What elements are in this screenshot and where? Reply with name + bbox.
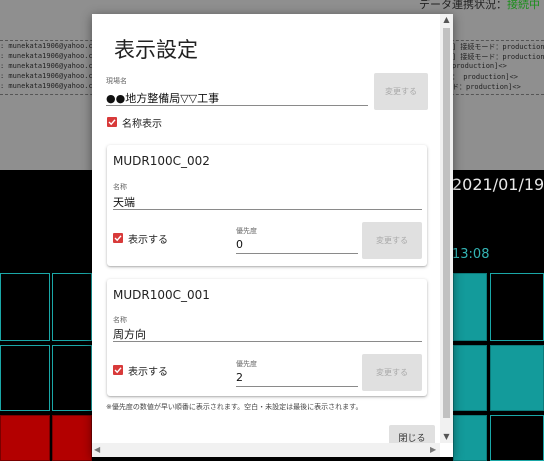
- sensor-change-button[interactable]: 変更する: [362, 222, 422, 259]
- sensor-name-input[interactable]: 周方向: [113, 326, 146, 342]
- sensor-name-label: 名称: [113, 316, 127, 324]
- sensor-name-underline: [113, 341, 422, 342]
- scroll-up-icon[interactable]: ▲: [440, 14, 453, 26]
- show-name-label: 名称表示: [122, 119, 162, 130]
- priority-input[interactable]: 0: [236, 238, 243, 251]
- priority-underline: [236, 386, 358, 387]
- check-icon: [114, 367, 122, 374]
- sensor-show-checkbox[interactable]: [113, 365, 123, 375]
- scroll-down-icon[interactable]: ▼: [440, 431, 453, 443]
- sensor-change-button[interactable]: 変更する: [362, 354, 422, 391]
- check-icon: [108, 119, 116, 126]
- dialog-title: 表示設定: [114, 38, 198, 62]
- grid-cell-active[interactable]: [453, 273, 487, 341]
- priority-label: 優先度: [236, 227, 257, 235]
- grid-cell-alert[interactable]: [52, 415, 92, 461]
- log-line: ] 接続モード：production: [452, 43, 544, 51]
- sensor-card-title: MUDR100C_001: [113, 288, 210, 302]
- log-line: ド：production]<>: [452, 83, 521, 91]
- log-line: : munekata1906@yahoo.co.j: [0, 52, 106, 60]
- connection-status: データ連携状況：接続中: [419, 0, 540, 12]
- log-line: ： production]<>: [452, 73, 519, 81]
- priority-input[interactable]: 2: [236, 371, 243, 384]
- sensor-card: MUDR100C_001 名称 周方向 表示する 優先度 2 変更する: [107, 279, 427, 396]
- priority-footnote: ※優先度の数値が早い順番に表示されます。空白・未設定は最後に表示されます。: [106, 403, 363, 411]
- sensor-name-input[interactable]: 天端: [113, 194, 135, 210]
- log-line: : munekata1906@yahoo.co.j: [0, 42, 106, 50]
- sensor-card-title: MUDR100C_002: [113, 154, 210, 168]
- log-line: : munekata1906@yahoo.co.j: [0, 72, 106, 80]
- grid-cell[interactable]: [0, 273, 50, 341]
- log-line: : munekata1906@yahoo.co.j: [0, 82, 106, 90]
- grid-cell-active[interactable]: [453, 415, 487, 461]
- scroll-left-icon[interactable]: ◀: [94, 443, 100, 457]
- horizontal-scrollbar[interactable]: ◀ ▶: [92, 443, 440, 457]
- show-name-checkbox[interactable]: [107, 117, 117, 127]
- connection-status-value: 接続中: [507, 0, 540, 11]
- monitor-time: 13:08: [452, 247, 490, 262]
- sensor-name-label: 名称: [113, 183, 127, 191]
- grid-cell[interactable]: [0, 345, 50, 411]
- site-name-underline: [106, 105, 368, 106]
- log-line: ] 接続モード：production: [452, 53, 544, 61]
- sensor-show-label: 表示する: [128, 367, 168, 378]
- monitor-date: 2021/01/19 1: [452, 175, 544, 194]
- grid-cell[interactable]: [490, 415, 544, 461]
- sensor-show-checkbox[interactable]: [113, 233, 123, 243]
- site-name-input[interactable]: ●●地方整備局▽▽工事: [106, 90, 219, 106]
- connection-status-label: データ連携状況：: [419, 0, 507, 11]
- site-name-label: 現場名: [106, 77, 127, 85]
- log-line: : munekata1906@yahoo.co.j: [0, 62, 106, 70]
- priority-underline: [236, 253, 358, 254]
- grid-cell-active[interactable]: [490, 345, 544, 411]
- grid-cell[interactable]: [52, 273, 92, 341]
- check-icon: [114, 235, 122, 242]
- priority-label: 優先度: [236, 360, 257, 368]
- site-name-change-button[interactable]: 変更する: [374, 73, 428, 110]
- grid-cell[interactable]: [490, 273, 544, 341]
- display-settings-dialog: 表示設定 現場名 ●●地方整備局▽▽工事 変更する 名称表示 MUDR100C_…: [92, 14, 453, 457]
- sensor-show-label: 表示する: [128, 235, 168, 246]
- vertical-scrollbar[interactable]: ▲ ▼: [440, 14, 453, 443]
- log-line: production]<>: [452, 62, 507, 70]
- grid-cell-alert[interactable]: [0, 415, 50, 461]
- grid-cell-active[interactable]: [453, 345, 487, 411]
- scroll-thumb[interactable]: [443, 28, 450, 418]
- grid-cell[interactable]: [52, 345, 92, 411]
- sensor-card: MUDR100C_002 名称 天端 表示する 優先度 0 変更する: [107, 145, 427, 266]
- sensor-name-underline: [113, 209, 422, 210]
- scroll-right-icon[interactable]: ▶: [430, 443, 436, 457]
